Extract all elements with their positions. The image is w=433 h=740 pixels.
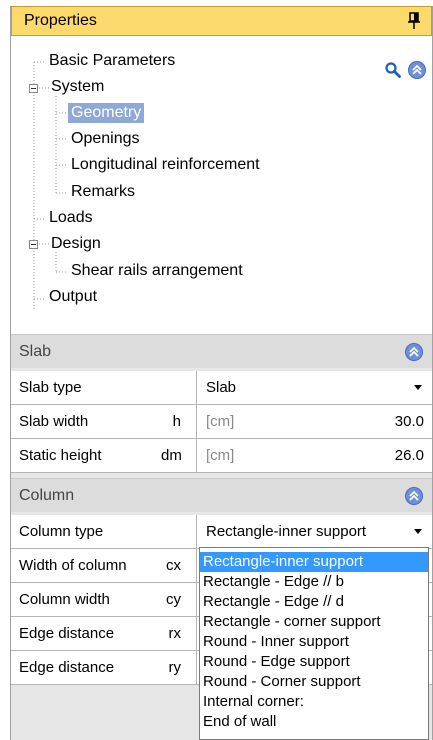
dropdown-option-internal-corner[interactable]: Internal corner:	[200, 692, 428, 712]
dropdown-option-rectangle-edge-d[interactable]: Rectangle - Edge // d	[200, 592, 428, 612]
tree-expander-icon[interactable]	[29, 240, 38, 249]
tree-item-openings[interactable]: Openings	[71, 129, 140, 149]
static-height-unit: [cm]	[206, 447, 235, 464]
edge-distance-ry-label: Edge distance	[19, 659, 115, 676]
edge-distance-rx-label: Edge distance	[19, 625, 115, 642]
slab-width-label: Slab width	[19, 413, 89, 430]
collapse-chevron-icon[interactable]	[407, 60, 427, 80]
tree-item-output[interactable]: Output	[49, 287, 97, 307]
width-of-column-label: Width of column	[19, 557, 127, 574]
slab-width-value[interactable]: 30.0	[395, 413, 424, 430]
column-width-symbol: cy	[166, 591, 181, 608]
panel-title: Properties	[24, 12, 97, 29]
column-type-label: Column type	[19, 523, 104, 540]
dropdown-arrow-icon[interactable]	[414, 529, 422, 534]
tree-item-geometry[interactable]: Geometry	[68, 103, 145, 123]
dropdown-option-rectangle-corner-support[interactable]: Rectangle - corner support	[200, 612, 428, 632]
slab-section-header[interactable]: Slab	[11, 334, 432, 368]
dropdown-arrow-icon[interactable]	[414, 385, 422, 390]
dropdown-option-round-corner-support[interactable]: Round - Corner support	[200, 672, 428, 692]
column-separator	[196, 371, 197, 404]
column-separator	[196, 515, 197, 548]
pin-icon[interactable]	[405, 11, 423, 31]
static-height-value[interactable]: 26.0	[395, 447, 424, 464]
edge-distance-ry-symbol: ry	[168, 659, 182, 676]
collapse-chevron-icon[interactable]	[404, 486, 424, 506]
column-separator	[196, 549, 197, 582]
column-separator	[196, 651, 197, 684]
search-icon[interactable]	[384, 61, 402, 79]
column-separator	[196, 617, 197, 650]
dropdown-option-rectangle-edge-b[interactable]: Rectangle - Edge // b	[200, 572, 428, 592]
navigation-tree: Basic Parameters System Geometry Opening…	[11, 36, 432, 334]
column-type-row[interactable]: Column type Rectangle-inner support	[11, 515, 432, 549]
tree-item-system[interactable]: System	[51, 77, 104, 97]
edge-distance-rx-symbol: rx	[168, 625, 182, 642]
slab-type-label: Slab type	[19, 379, 82, 396]
dropdown-option-round-edge-support[interactable]: Round - Edge support	[200, 652, 428, 672]
tree-item-remarks[interactable]: Remarks	[71, 182, 135, 202]
tree-item-basic-parameters[interactable]: Basic Parameters	[49, 51, 175, 71]
width-of-column-symbol: cx	[166, 557, 181, 574]
slab-width-symbol: h	[172, 413, 181, 430]
column-width-label: Column width	[19, 591, 110, 608]
slab-type-value[interactable]: Slab	[206, 379, 236, 396]
column-section-header[interactable]: Column	[11, 478, 432, 512]
tree-item-loads[interactable]: Loads	[49, 208, 93, 228]
slab-section-title: Slab	[19, 343, 52, 360]
tree-item-longitudinal-reinforcement[interactable]: Longitudinal reinforcement	[71, 155, 260, 175]
static-height-label: Static height	[19, 447, 102, 464]
tree-item-design[interactable]: Design	[51, 234, 101, 254]
dropdown-option-end-of-wall[interactable]: End of wall	[200, 712, 428, 732]
column-type-dropdown-list[interactable]: Rectangle-inner support Rectangle - Edge…	[199, 547, 429, 740]
tree-item-shear-rails-arrangement[interactable]: Shear rails arrangement	[71, 261, 243, 281]
tree-expander-icon[interactable]	[29, 84, 38, 93]
static-height-row[interactable]: Static height dm [cm] 26.0	[11, 439, 432, 473]
dropdown-option-rectangle-inner-support[interactable]: Rectangle-inner support	[200, 552, 428, 572]
column-separator	[196, 405, 197, 438]
column-separator	[196, 439, 197, 472]
properties-title-bar: Properties	[11, 6, 432, 36]
slab-width-unit: [cm]	[206, 413, 235, 430]
column-separator	[196, 583, 197, 616]
slab-type-row[interactable]: Slab type Slab	[11, 371, 432, 405]
collapse-chevron-icon[interactable]	[404, 342, 424, 362]
column-type-value[interactable]: Rectangle-inner support	[206, 523, 366, 540]
static-height-symbol: dm	[161, 447, 182, 464]
column-section-title: Column	[19, 487, 75, 504]
dropdown-option-round-inner-support[interactable]: Round - Inner support	[200, 632, 428, 652]
slab-width-row[interactable]: Slab width h [cm] 30.0	[11, 405, 432, 439]
